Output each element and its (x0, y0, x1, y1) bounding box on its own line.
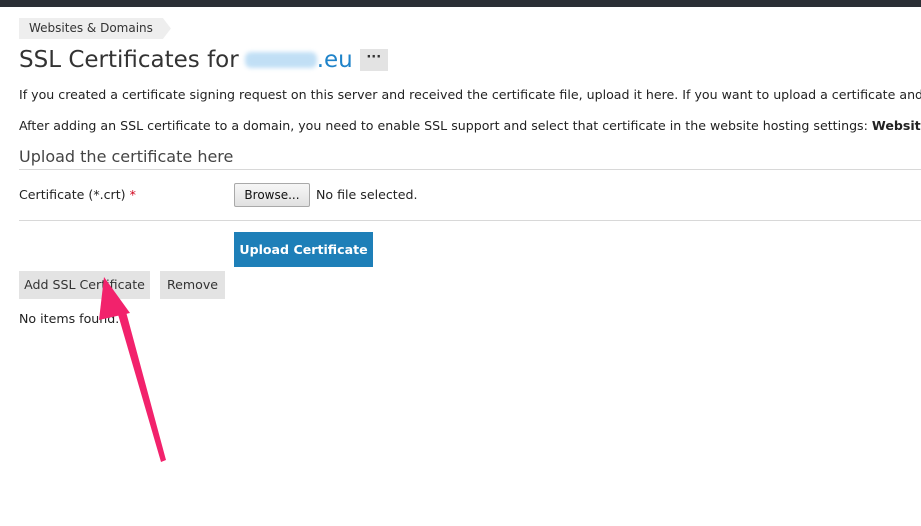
intro-text-enable-ssl: After adding an SSL certificate to a dom… (19, 118, 921, 133)
form-divider (19, 220, 921, 221)
page-title: SSL Certificates for .eu ··· (19, 44, 388, 76)
page: Websites & Domains SSL Certificates for … (0, 0, 921, 526)
empty-list-message: No items found. (19, 311, 120, 326)
section-divider (19, 169, 921, 170)
top-bar (0, 0, 921, 7)
more-actions-button[interactable]: ··· (359, 49, 388, 71)
breadcrumb[interactable]: Websites & Domains (19, 18, 171, 39)
upload-certificate-button[interactable]: Upload Certificate (234, 232, 373, 267)
certificate-field-label-text: Certificate (*.crt) (19, 187, 126, 202)
intro-text-enable-ssl-body: After adding an SSL certificate to a dom… (19, 118, 872, 133)
hosting-settings-link-text: Websites & Dom (871, 118, 921, 133)
annotation-arrow-icon (99, 277, 166, 462)
domain-tld-link[interactable]: .eu (317, 47, 353, 73)
page-title-text: SSL Certificates for (19, 47, 239, 73)
file-status-text: No file selected. (316, 187, 418, 202)
required-marker: * (129, 187, 136, 202)
certificate-field-label: Certificate (*.crt) * (19, 187, 136, 202)
intro-text-upload: If you created a certificate signing req… (19, 87, 921, 102)
browse-button[interactable]: Browse... (234, 183, 310, 207)
upload-section-title: Upload the certificate here (19, 147, 234, 166)
redacted-domain-name (244, 52, 317, 68)
add-ssl-certificate-button[interactable]: Add SSL Certificate (19, 271, 150, 299)
remove-button[interactable]: Remove (160, 271, 225, 299)
arrow-shaft (117, 308, 166, 462)
